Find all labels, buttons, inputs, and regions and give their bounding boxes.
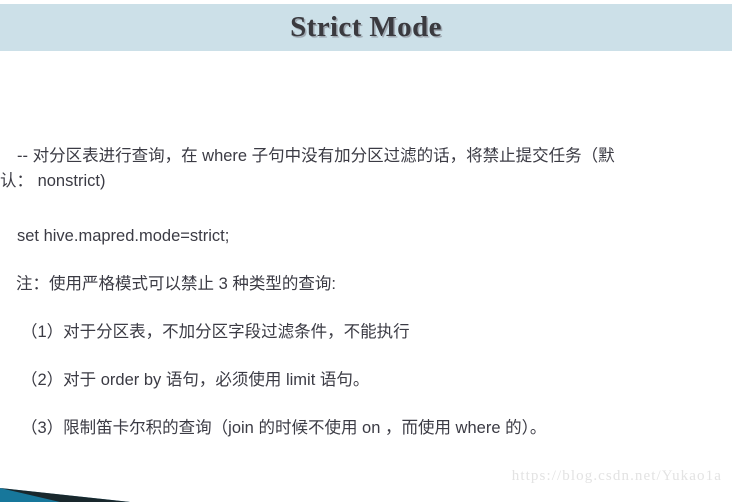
watermark-text: https://blog.csdn.net/Yukao1a (511, 468, 722, 484)
sql-comment-paragraph: -- 对分区表进行查询，在 where 子句中没有加分区过滤的话，将禁止提交任务… (0, 144, 726, 194)
corner-wedge-icon (0, 488, 130, 502)
corner-wedge-decoration (0, 482, 132, 502)
note-line: 注：使用严格模式可以禁止 3 种类型的查询: (16, 275, 336, 293)
slide-body: -- 对分区表进行查询，在 where 子句中没有加分区过滤的话，将禁止提交任务… (0, 130, 732, 450)
page-title: Strict Mode (290, 11, 442, 43)
slide-canvas: Strict Mode -- 对分区表进行查询，在 where 子句中没有加分区… (0, 0, 732, 502)
sql-comment-line-2: 认： nonstrict) (0, 172, 106, 190)
restriction-item-1: （1）对于分区表，不加分区字段过滤条件，不能执行 (21, 323, 410, 341)
title-banner: Strict Mode (0, 4, 732, 51)
sql-comment-line-1: -- 对分区表进行查询，在 where 子句中没有加分区过滤的话，将禁止提交任务… (17, 147, 615, 165)
set-statement-line: set hive.mapred.mode=strict; (17, 227, 230, 245)
restriction-item-3: （3）限制笛卡尔积的查询（join 的时候不使用 on ，而使用 where 的… (21, 419, 547, 437)
restriction-item-2: （2）对于 order by 语句，必须使用 limit 语句。 (21, 371, 370, 389)
